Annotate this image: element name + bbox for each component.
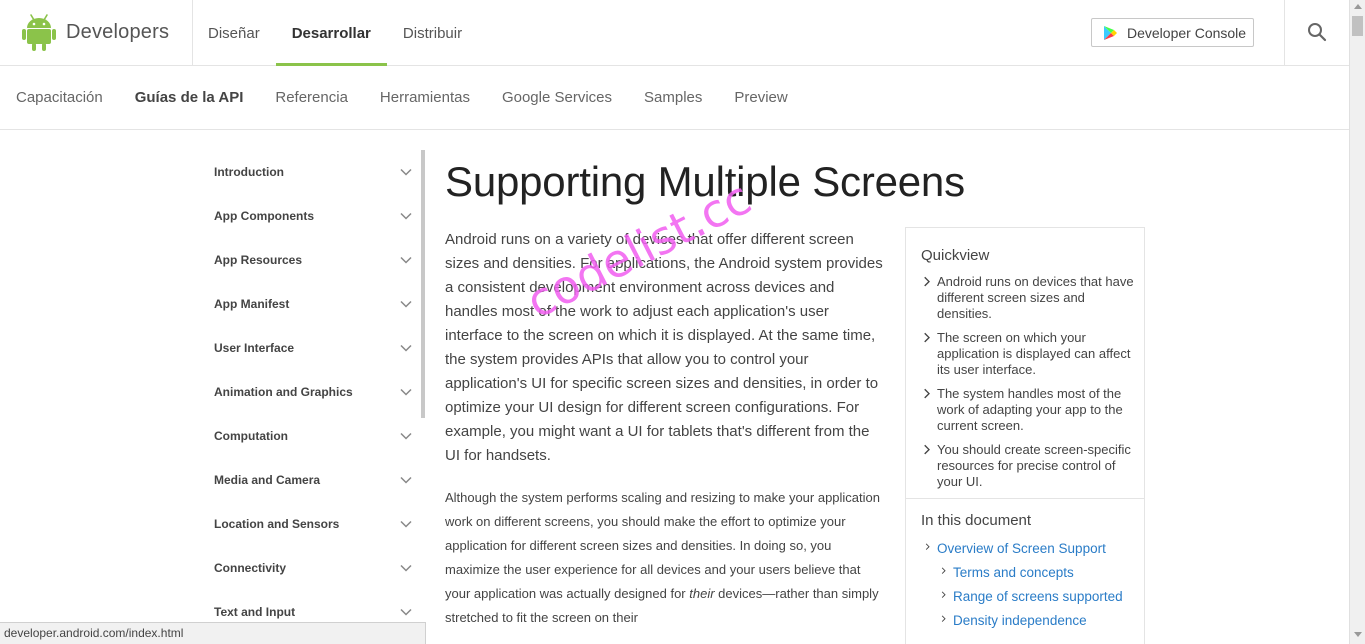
developer-console-button[interactable]: Developer Console (1091, 18, 1254, 47)
toc-link-label: Range of screens supported (953, 589, 1123, 604)
scrollbar-thumb[interactable] (1352, 16, 1363, 36)
quickview-item: The system handles most of the work of a… (921, 386, 1134, 434)
chevron-down-icon (400, 256, 412, 264)
paragraph-text: Although the system performs scaling and… (445, 490, 880, 601)
chevron-right-icon (941, 591, 946, 598)
sidebar-item-label: Media and Camera (214, 473, 321, 487)
sidebar-item-location-sensors[interactable]: Location and Sensors (214, 502, 414, 546)
sidebar-item-app-manifest[interactable]: App Manifest (214, 282, 414, 326)
page-title: Supporting Multiple Screens (445, 158, 965, 205)
body-paragraph: Although the system performs scaling and… (445, 486, 885, 630)
chevron-right-icon (924, 388, 930, 399)
quickview-list: Android runs on devices that have differ… (906, 264, 1144, 490)
toc-link-terms[interactable]: Terms and concepts (921, 561, 1134, 585)
sub-nav: Capacitación Guías de la API Referencia … (0, 66, 1349, 130)
quickview-item-text: The system handles most of the work of a… (937, 386, 1123, 433)
logo-text: Developers (66, 20, 170, 43)
chevron-down-icon (400, 212, 412, 220)
subnav-guias-api[interactable]: Guías de la API (135, 66, 244, 129)
chevron-down-icon (400, 564, 412, 572)
developer-console-label: Developer Console (1127, 24, 1247, 41)
nav-desarrollar[interactable]: Desarrollar (275, 0, 388, 66)
sidebar-scrollbar[interactable] (421, 150, 425, 418)
search-icon[interactable] (1306, 21, 1328, 43)
android-robot-icon (22, 14, 56, 51)
subnav-referencia[interactable]: Referencia (275, 66, 348, 129)
toc-link-label: Density independence (953, 613, 1087, 628)
chevron-down-icon (400, 608, 412, 616)
quickview-item-text: You should create screen-specific resour… (937, 442, 1131, 489)
toc-link-range[interactable]: Range of screens supported (921, 585, 1134, 609)
quickview-panel: Quickview Android runs on devices that h… (905, 227, 1145, 644)
status-bar-url: developer.android.com/index.html (0, 622, 426, 644)
sidebar-item-label: User Interface (214, 341, 295, 355)
sidebar-item-animation-graphics[interactable]: Animation and Graphics (214, 370, 414, 414)
toc-link-density[interactable]: Density independence (921, 609, 1134, 633)
scroll-down-arrow-icon[interactable] (1354, 632, 1362, 637)
quickview-item-text: Android runs on devices that have differ… (937, 274, 1134, 321)
chevron-down-icon (400, 520, 412, 528)
scroll-up-arrow-icon[interactable] (1354, 4, 1362, 9)
sidebar-item-label: Location and Sensors (214, 517, 340, 531)
header-divider (192, 0, 193, 66)
sidebar-item-label: App Resources (214, 253, 303, 267)
quickview-heading: Quickview (921, 247, 990, 264)
chevron-down-icon (400, 168, 412, 176)
in-this-document-heading: In this document (921, 512, 1032, 529)
quickview-item: You should create screen-specific resour… (921, 442, 1134, 490)
sidebar-item-label: App Components (214, 209, 314, 223)
quickview-item: The screen on which your application is … (921, 330, 1134, 378)
sidebar-item-label: Connectivity (214, 561, 287, 575)
toc-list: Overview of Screen Support Terms and con… (906, 529, 1144, 633)
sidebar-item-app-components[interactable]: App Components (214, 194, 414, 238)
chevron-right-icon (925, 543, 930, 550)
sidebar-item-label: Introduction (214, 165, 284, 179)
sidebar-item-connectivity[interactable]: Connectivity (214, 546, 414, 590)
chevron-down-icon (400, 300, 412, 308)
toc-link-overview[interactable]: Overview of Screen Support (921, 537, 1134, 561)
quickview-item: Android runs on devices that have differ… (921, 274, 1134, 322)
page-scrollbar[interactable] (1349, 0, 1365, 644)
sidebar-item-label: Animation and Graphics (214, 385, 353, 399)
sidebar-item-computation[interactable]: Computation (214, 414, 414, 458)
sidebar-item-app-resources[interactable]: App Resources (214, 238, 414, 282)
sidebar-item-label: Text and Input (214, 605, 296, 619)
chevron-down-icon (400, 344, 412, 352)
main-nav: Diseñar Desarrollar Distribuir (208, 0, 494, 66)
sidebar-nav: Introduction App Components App Resource… (214, 150, 414, 634)
play-store-icon (1104, 25, 1117, 40)
top-header: Developers Diseñar Desarrollar Distribui… (0, 0, 1349, 66)
chevron-right-icon (924, 276, 930, 287)
chevron-down-icon (400, 388, 412, 396)
chevron-right-icon (924, 332, 930, 343)
sidebar-item-introduction[interactable]: Introduction (214, 150, 414, 194)
subnav-herramientas[interactable]: Herramientas (380, 66, 470, 129)
subnav-preview[interactable]: Preview (734, 66, 787, 129)
sidebar-item-label: Computation (214, 429, 288, 443)
toc-link-label: Terms and concepts (953, 565, 1074, 580)
nav-disenar[interactable]: Diseñar (208, 0, 260, 66)
developers-logo[interactable]: Developers (22, 12, 169, 52)
nav-distribuir[interactable]: Distribuir (403, 0, 462, 66)
toc-link-label: Overview of Screen Support (937, 541, 1106, 556)
subnav-google-services[interactable]: Google Services (502, 66, 612, 129)
chevron-right-icon (941, 615, 946, 622)
quickview-item-text: The screen on which your application is … (937, 330, 1131, 377)
header-divider-right (1284, 0, 1285, 66)
sidebar-item-user-interface[interactable]: User Interface (214, 326, 414, 370)
sidebar-item-label: App Manifest (214, 297, 290, 311)
emphasis-text: their (689, 586, 715, 601)
chevron-down-icon (400, 432, 412, 440)
subnav-capacitacion[interactable]: Capacitación (16, 66, 103, 129)
subnav-samples[interactable]: Samples (644, 66, 702, 129)
chevron-right-icon (941, 567, 946, 574)
chevron-down-icon (400, 476, 412, 484)
chevron-right-icon (924, 444, 930, 455)
sidebar-item-media-camera[interactable]: Media and Camera (214, 458, 414, 502)
